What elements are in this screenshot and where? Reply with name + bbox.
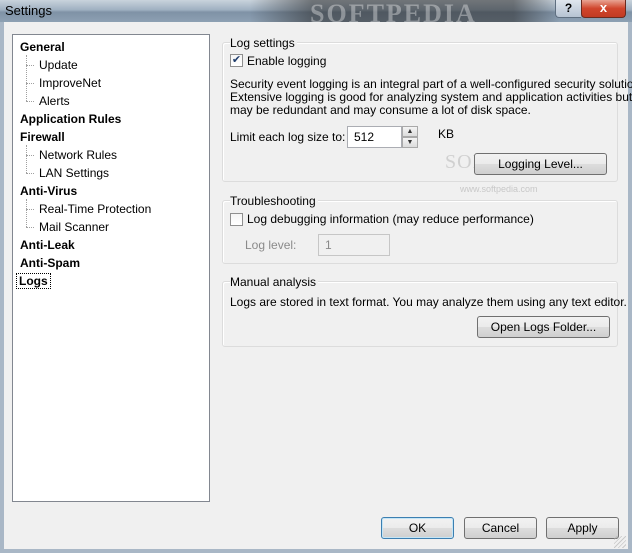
tree-item-anti-virus[interactable]: Anti-Virus (18, 183, 79, 199)
spin-up-icon[interactable]: ▲ (402, 126, 418, 137)
window-frame-left (0, 22, 4, 553)
log-settings-description-line-1: Security event logging is an integral pa… (230, 77, 632, 91)
window-frame-bottom (0, 549, 632, 553)
softpedia-url-watermark: www.softpedia.com (460, 184, 538, 194)
resize-grip-icon[interactable] (614, 536, 626, 548)
ok-button[interactable]: OK (381, 517, 454, 539)
tree-connector (26, 145, 27, 173)
debug-logging-checkbox[interactable] (230, 213, 243, 226)
tree-item-anti-leak[interactable]: Anti-Leak (18, 237, 77, 253)
log-size-spinner[interactable]: ▲ ▼ (402, 126, 418, 148)
tree-connector (26, 209, 34, 210)
manual-analysis-description: Logs are stored in text format. You may … (230, 295, 627, 309)
limit-log-size-label: Limit each log size to: (230, 130, 346, 144)
tree-item-anti-spam[interactable]: Anti-Spam (18, 255, 82, 271)
tree-connector (26, 65, 34, 66)
troubleshooting-title: Troubleshooting (230, 194, 318, 208)
cancel-button[interactable]: Cancel (464, 517, 537, 539)
tree-connector (26, 155, 34, 156)
log-settings-title: Log settings (230, 36, 297, 50)
tree-item-improvenet[interactable]: ImproveNet (37, 75, 103, 91)
title-bar: SOFTPEDIA Settings ? x (0, 0, 632, 22)
tree-item-general[interactable]: General (18, 39, 67, 55)
tree-item-lan-settings[interactable]: LAN Settings (37, 165, 111, 181)
window-title: Settings (5, 3, 52, 18)
enable-logging-label[interactable]: Enable logging (247, 54, 326, 68)
logging-level-button[interactable]: Logging Level... (474, 153, 607, 175)
troubleshooting-group (222, 200, 618, 264)
settings-tree[interactable]: General Update ImproveNet Alerts Applica… (12, 34, 210, 502)
title-watermark: SOFTPEDIA (310, 0, 477, 22)
close-button[interactable]: x (581, 0, 626, 18)
manual-analysis-title: Manual analysis (230, 275, 319, 289)
log-size-unit: KB (438, 127, 455, 141)
tree-connector (26, 173, 34, 174)
log-level-label: Log level: (245, 238, 297, 252)
tree-connector (26, 199, 27, 227)
log-size-input[interactable]: 512 (347, 126, 402, 148)
tree-item-application-rules[interactable]: Application Rules (18, 111, 123, 127)
tree-connector (26, 83, 34, 84)
tree-item-mail-scanner[interactable]: Mail Scanner (37, 219, 111, 235)
help-button[interactable]: ? (555, 0, 581, 18)
apply-button[interactable]: Apply (546, 517, 619, 539)
tree-connector (26, 55, 27, 101)
log-level-input[interactable]: 1 (318, 234, 390, 256)
spin-down-icon[interactable]: ▼ (402, 137, 418, 148)
open-logs-folder-button[interactable]: Open Logs Folder... (477, 316, 610, 338)
tree-item-network-rules[interactable]: Network Rules (37, 147, 119, 163)
enable-logging-checkbox[interactable]: ✔ (230, 54, 243, 67)
tree-connector (26, 227, 34, 228)
debug-logging-label[interactable]: Log debugging information (may reduce pe… (247, 212, 534, 226)
tree-item-alerts[interactable]: Alerts (37, 93, 72, 109)
tree-item-update[interactable]: Update (37, 57, 80, 73)
log-settings-description-line-3: may be redundant and may consume a lot o… (230, 103, 531, 117)
log-settings-description-line-2: Extensive logging is good for analyzing … (230, 90, 632, 104)
tree-item-firewall[interactable]: Firewall (18, 129, 67, 145)
tree-connector (26, 101, 34, 102)
tree-item-logs[interactable]: Logs (16, 273, 51, 289)
tree-item-real-time-protection[interactable]: Real-Time Protection (37, 201, 153, 217)
